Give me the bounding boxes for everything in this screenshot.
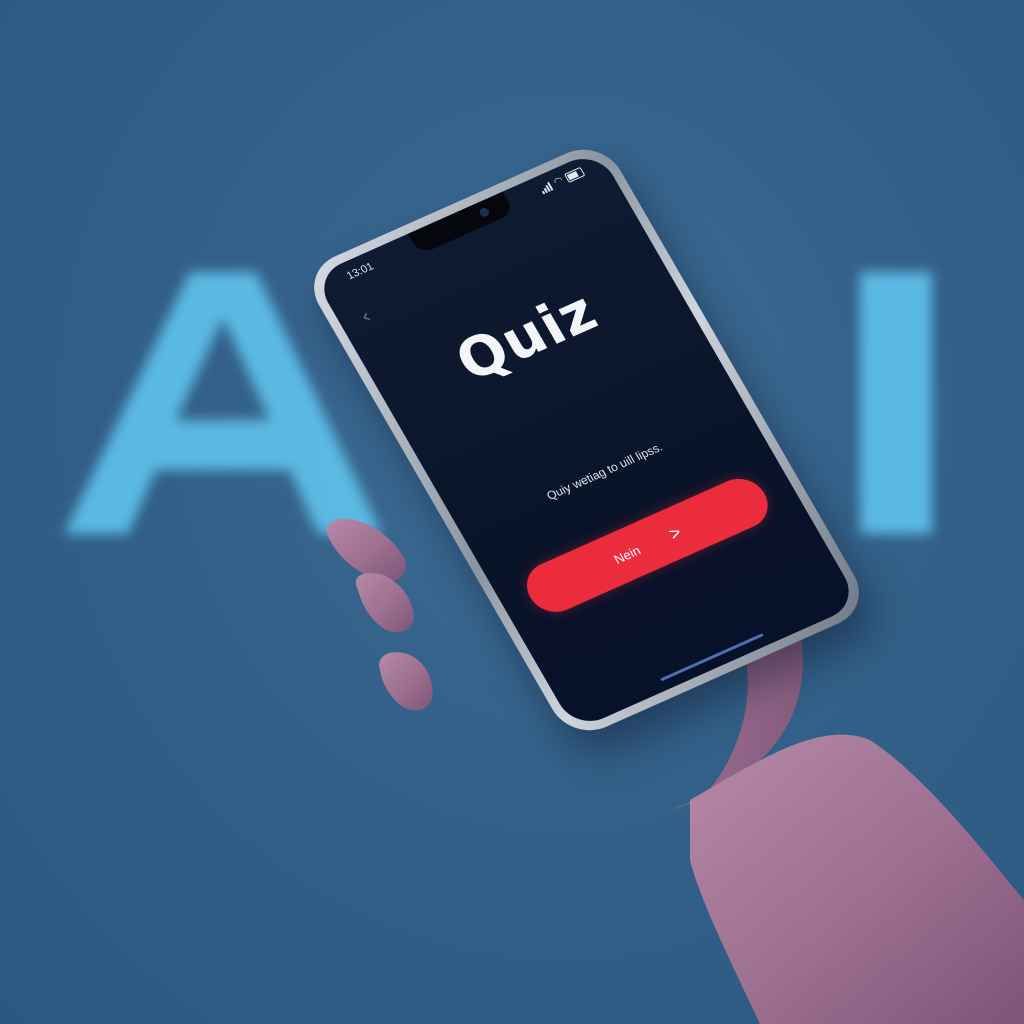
page-title: Quiz <box>445 279 609 395</box>
next-button-label: Nein <box>610 542 643 567</box>
back-button[interactable]: ‹ <box>356 304 375 328</box>
camera-icon <box>477 206 491 219</box>
chevron-left-icon: ‹ <box>355 304 376 329</box>
phone: 13:01 ◠ ‹ Quiz Quiy wetiag to uill lipss… <box>300 137 873 743</box>
signal-icon <box>539 181 554 195</box>
scene: 13:01 ◠ ‹ Quiz Quiy wetiag to uill lipss… <box>0 0 1024 1024</box>
background-letter-i <box>860 272 932 534</box>
status-time: 13:01 <box>344 260 376 283</box>
wifi-icon: ◠ <box>551 174 566 189</box>
battery-icon <box>563 166 586 183</box>
chevron-right-icon: > <box>665 522 685 544</box>
